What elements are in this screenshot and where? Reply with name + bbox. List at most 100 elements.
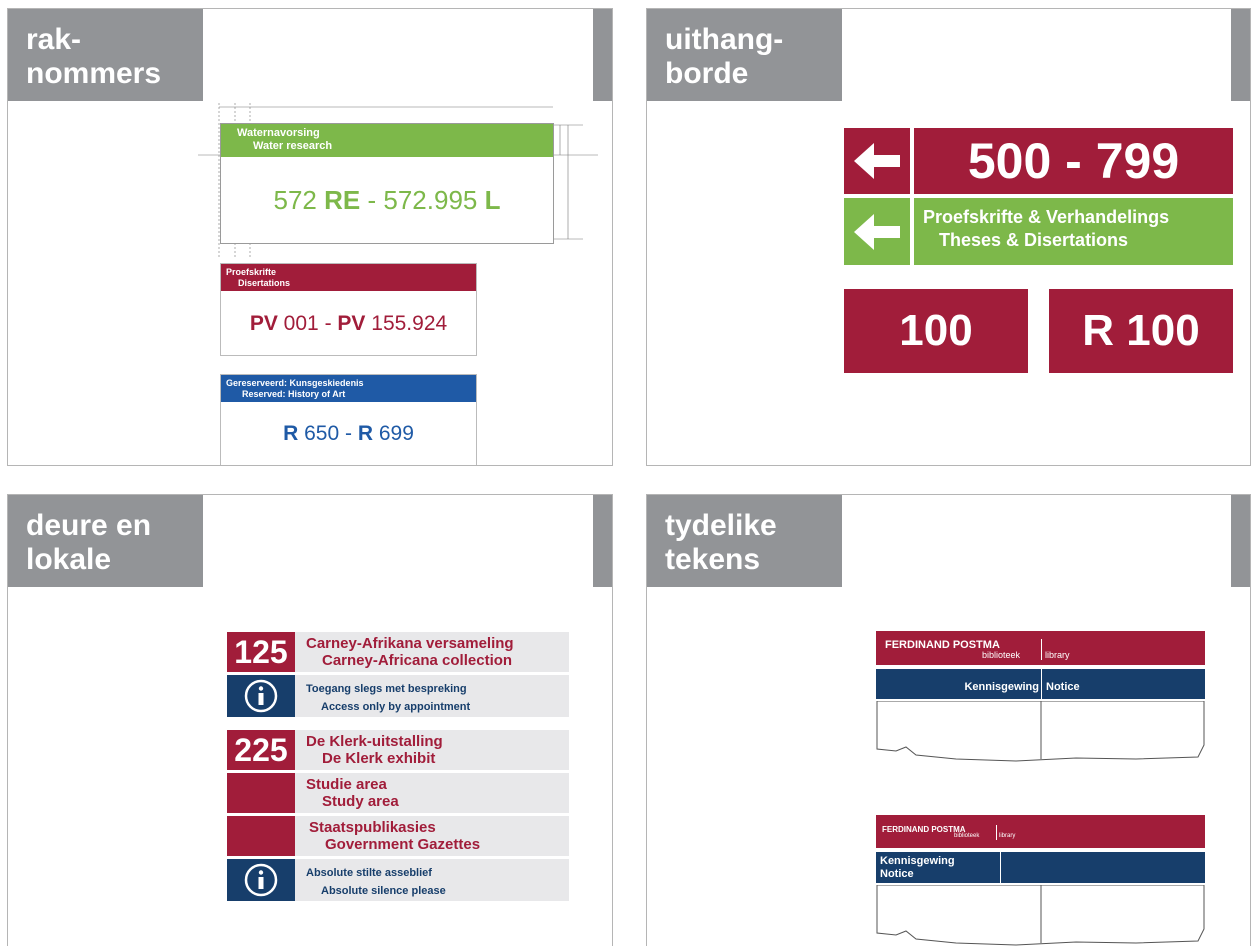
tab-stub: [593, 495, 612, 587]
sign-header: Gereserveerd: Kunsgeskiedenis Reserved: …: [221, 375, 476, 402]
range-start-prefix: R: [283, 422, 299, 445]
panel-title: tydelike tekens: [647, 495, 842, 587]
header-line-1: Proefskrifte: [226, 267, 277, 277]
subject-sign: Proefskrifte & Verhandelings Theses & Di…: [914, 198, 1233, 265]
call-number-range: PV 001 - PV 155.924: [221, 312, 476, 336]
room-number-box: 125: [227, 632, 295, 672]
notice-bar: Kennisgewing Notice: [876, 669, 1205, 699]
room-color-box: [227, 773, 295, 813]
label-line-1: De Klerk-uitstalling: [306, 733, 443, 750]
panel-title: rak- nommers: [8, 9, 203, 101]
panel-uithang-borde: uithang- borde 500 - 799 Proefskrifte & …: [646, 8, 1251, 466]
library-bib: biblioteek: [954, 833, 980, 839]
room-number: 125: [234, 634, 288, 670]
range-start: 001: [283, 312, 319, 335]
title-line-1: tydelike: [665, 509, 777, 542]
title-line-1: uithang-: [665, 23, 784, 56]
label-line-2: Access only by appointment: [321, 701, 471, 713]
header-line-2: Reserved: History of Art: [242, 389, 346, 399]
label-line-2: Study area: [322, 793, 399, 810]
range-end-prefix: PV: [337, 312, 366, 335]
tab-stub: [1231, 9, 1250, 101]
range-end: 572.995: [383, 185, 478, 215]
label-line-1: Toegang slegs met bespreking: [306, 683, 467, 695]
tab-stub: [593, 9, 612, 101]
subject-line-2: Theses & Disertations: [939, 230, 1129, 250]
info-box: [227, 859, 295, 901]
title-line-2: borde: [665, 57, 749, 90]
title-line-1: rak-: [26, 23, 82, 56]
range-dash: -: [324, 312, 332, 335]
panel-rak-nommers: rak- nommers Waternavorsing Water resear…: [7, 8, 613, 466]
header-line-1: Waternavorsing: [237, 127, 320, 139]
subject-line-1: Proefskrifte & Verhandelings: [923, 207, 1170, 227]
tab-stub: [1231, 495, 1250, 587]
info-icon: [244, 863, 278, 897]
temporary-notice-sign: FERDINAND POSTMA biblioteek library Kenn…: [876, 631, 1205, 762]
title-line-2: tekens: [665, 543, 761, 576]
library-header: FERDINAND POSTMA biblioteek library: [876, 815, 1205, 848]
panel-deure-en-lokale: deure en lokale 125 Carney-Afrikana vers…: [7, 494, 613, 946]
range-dash: -: [367, 185, 377, 215]
door-sign-row: Absolute stilte asseblief Absolute silen…: [227, 859, 569, 901]
label-line-1: Carney-Afrikana versameling: [306, 635, 514, 652]
room-label: Carney-Afrikana versameling Carney-Afric…: [306, 635, 514, 669]
title-line-2: lokale: [26, 543, 112, 576]
room-label: Toegang slegs met bespreking Access only…: [306, 680, 470, 716]
arrow-box-green: [844, 198, 910, 265]
sign-header: Proefskrifte Disertations: [221, 264, 476, 291]
label-line-1: Absolute stilte asseblief: [306, 867, 432, 879]
door-sign-row: 225 De Klerk-uitstalling De Klerk exhibi…: [227, 730, 569, 770]
range-end: 699: [378, 422, 414, 445]
panel-tydelike-tekens: tydelike tekens FERDINAND POSTMA bibliot…: [646, 494, 1251, 946]
header-divider: [1041, 639, 1042, 660]
notice-bar: Kennisgewing Notice: [876, 852, 1205, 883]
call-number-range: R 650 - R 699: [221, 422, 476, 446]
room-color-box: [227, 816, 295, 856]
library-lib: library: [999, 833, 1016, 839]
range-start: 572: [273, 185, 317, 215]
range-end-prefix: R: [357, 422, 374, 445]
sign-header: Waternavorsing Water research: [221, 124, 553, 157]
notice-line-2: Notice: [880, 868, 914, 880]
range-end: 155.924: [371, 312, 448, 335]
door-sign-row: Staatspublikasies Government Gazettes: [227, 816, 569, 856]
range-start: 650: [304, 422, 340, 445]
header-line-1: Gereserveerd: Kunsgeskiedenis: [226, 378, 364, 388]
room-number: 225: [234, 732, 288, 768]
range-dash: -: [345, 422, 352, 445]
blank-insert-area: [876, 885, 1205, 946]
label-line-2: Absolute silence please: [321, 885, 446, 897]
bar-divider: [1041, 669, 1042, 699]
call-number-range: 572 RE - 572.995 L: [221, 185, 553, 216]
bar-divider: [1000, 852, 1001, 883]
number-sign-2: R 100: [1049, 289, 1233, 373]
range-sign: 500 - 799: [914, 128, 1233, 194]
library-bib: biblioteek: [982, 650, 1021, 660]
room-number-box: 225: [227, 730, 295, 770]
info-icon: [244, 679, 278, 713]
temporary-notice-sign: FERDINAND POSTMA biblioteek library Kenn…: [876, 815, 1205, 946]
notice-left: Kennisgewing: [964, 681, 1039, 693]
arrow-left-icon: [854, 143, 900, 179]
label-line-2: Government Gazettes: [325, 836, 481, 853]
door-sign-row: 125 Carney-Afrikana versameling Carney-A…: [227, 632, 569, 672]
room-label: Studie area Study area: [306, 776, 399, 810]
room-label: Staatspublikasies Government Gazettes: [309, 819, 480, 853]
range-start-prefix: PV: [249, 312, 278, 335]
panel-title: deure en lokale: [8, 495, 203, 587]
label-line-2: Carney-Africana collection: [322, 652, 513, 669]
header-line-2: Water research: [253, 140, 333, 152]
number-text: R 100: [1082, 306, 1200, 355]
notice-right: Notice: [1046, 681, 1080, 693]
door-sign-row: Toegang slegs met bespreking Access only…: [227, 675, 569, 717]
label-line-1: Staatspublikasies: [309, 819, 436, 836]
notice-line-1: Kennisgewing: [880, 855, 955, 867]
notice-label: Kennisgewing Notice: [880, 855, 955, 881]
blank-insert-area: [876, 701, 1205, 762]
door-sign-row: Studie area Study area: [227, 773, 569, 813]
header-line-2: Disertations: [238, 278, 291, 288]
number-text: 100: [899, 306, 973, 355]
arrow-box-red: [844, 128, 910, 194]
number-sign-1: 100: [844, 289, 1028, 373]
